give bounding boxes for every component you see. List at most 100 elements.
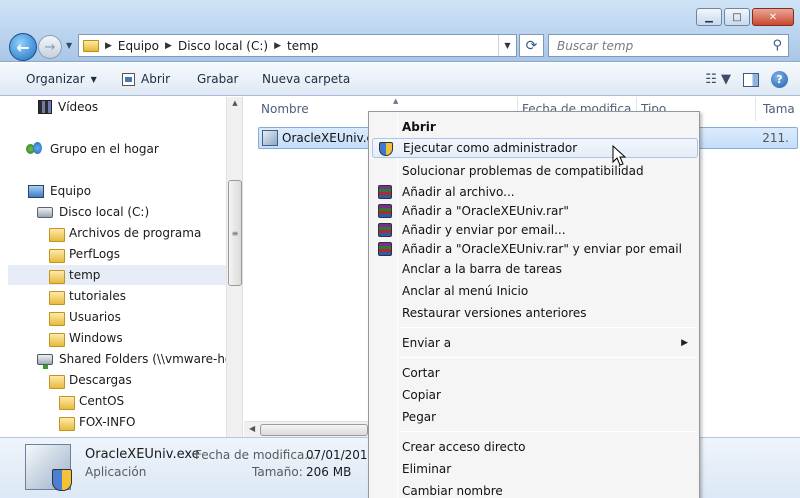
menu-item-label: Restaurar versiones anteriores	[402, 306, 587, 320]
nav-item-tutoriales[interactable]: tutoriales	[49, 286, 126, 306]
menu-item-copy[interactable]: Copiar	[372, 385, 698, 405]
menu-item-label: Enviar a	[402, 336, 452, 350]
maximize-icon[interactable]: □	[724, 8, 750, 26]
navigation-scrollbar[interactable]: ▲ ≡	[226, 97, 242, 437]
breadcrumb-separator-icon[interactable]: ▶	[274, 41, 281, 51]
menu-separator	[399, 357, 696, 358]
menu-item-label: Cambiar nombre	[402, 484, 503, 498]
menu-item-add-to-rar[interactable]: Añadir a "OracleXEUniv.rar"	[372, 201, 698, 221]
back-arrow-icon[interactable]: ←	[9, 33, 37, 61]
homegroup-icon	[26, 142, 44, 156]
nav-item-shared-folders[interactable]: Shared Folders (\\vmware-host	[37, 349, 243, 369]
search-box[interactable]: ⚲	[548, 34, 789, 57]
nav-item-perflogs[interactable]: PerfLogs	[49, 244, 120, 264]
sort-ascending-icon: ▲	[393, 97, 399, 105]
menu-separator	[399, 327, 696, 328]
close-icon[interactable]: ✕	[752, 8, 794, 26]
search-icon[interactable]: ⚲	[772, 38, 782, 53]
menu-item-add-to-rar-and-email[interactable]: Añadir a "OracleXEUniv.rar" y enviar por…	[372, 239, 698, 259]
folder-icon	[49, 373, 65, 389]
column-header-label: Tama	[763, 102, 795, 116]
burn-label: Grabar	[197, 72, 239, 86]
address-dropdown-icon[interactable]: ▼	[498, 35, 516, 56]
horizontal-scrollbar[interactable]: ◀	[244, 421, 372, 437]
scrollbar-thumb[interactable]: ≡	[228, 180, 242, 286]
nav-item-temp[interactable]: temp	[8, 265, 226, 285]
nav-item-label: FOX-INFO	[79, 415, 136, 429]
minimize-icon[interactable]: ▁	[696, 8, 722, 26]
column-header-size[interactable]: Tama	[756, 97, 800, 121]
column-header-label: Nombre	[261, 102, 309, 116]
nav-item-windows[interactable]: Windows	[49, 328, 123, 348]
breadcrumb-separator-icon[interactable]: ▶	[105, 41, 112, 51]
menu-item-paste[interactable]: Pegar	[372, 407, 698, 427]
menu-item-delete[interactable]: Eliminar	[372, 459, 698, 479]
open-label: Abrir	[141, 72, 171, 86]
address-bar[interactable]: ▶ Equipo ▶ Disco local (C:) ▶ temp ▼	[78, 34, 517, 57]
nav-item-homegroup[interactable]: Grupo en el hogar	[26, 139, 159, 159]
menu-item-add-and-email[interactable]: Añadir y enviar por email...	[372, 220, 698, 240]
nav-item-label: Equipo	[50, 184, 92, 198]
menu-item-restore-previous[interactable]: Restaurar versiones anteriores	[372, 303, 698, 323]
drive-icon	[37, 206, 53, 218]
menu-item-label: Ejecutar como administrador	[403, 141, 578, 155]
menu-item-add-to-archive[interactable]: Añadir al archivo...	[372, 182, 698, 202]
file-size: 211.	[762, 131, 789, 145]
scroll-left-icon[interactable]: ◀	[249, 424, 255, 433]
menu-item-send-to[interactable]: Enviar a ▶	[372, 333, 698, 353]
menu-item-label: Pegar	[402, 410, 437, 424]
menu-item-troubleshoot-compatibility[interactable]: Solucionar problemas de compatibilidad	[372, 161, 698, 181]
folder-icon	[59, 415, 75, 431]
refresh-icon[interactable]: ⟳	[519, 34, 544, 57]
preview-pane-icon[interactable]	[743, 72, 759, 87]
folder-icon	[49, 289, 65, 305]
scrollbar-thumb[interactable]	[260, 424, 368, 436]
change-view-icon[interactable]: ☷ ▼	[705, 72, 731, 87]
search-input[interactable]	[557, 38, 757, 53]
details-size-value: 206 MB	[306, 465, 352, 479]
scroll-up-icon[interactable]: ▲	[227, 99, 243, 107]
nav-item-local-disk[interactable]: Disco local (C:)	[37, 202, 149, 222]
nav-item-videos[interactable]: Vídeos	[38, 97, 98, 117]
menu-item-label: Eliminar	[402, 462, 452, 476]
menu-item-pin-taskbar[interactable]: Anclar a la barra de tareas	[372, 259, 698, 279]
nav-item-centos[interactable]: CentOS	[59, 391, 124, 411]
open-icon	[122, 72, 135, 86]
nav-item-label: temp	[69, 268, 101, 282]
nav-item-fox-info[interactable]: FOX-INFO	[59, 412, 135, 432]
menu-item-pin-start[interactable]: Anclar al menú Inicio	[372, 281, 698, 301]
nav-item-computer[interactable]: Equipo	[28, 181, 91, 201]
folder-icon	[49, 268, 65, 284]
help-icon[interactable]: ?	[771, 71, 788, 88]
organize-label: Organizar	[26, 72, 85, 86]
menu-item-rename[interactable]: Cambiar nombre	[372, 481, 698, 498]
window-controls: ▁ □ ✕	[696, 8, 794, 26]
nav-item-label: Shared Folders (\\vmware-host	[59, 352, 243, 366]
recent-pages-dropdown-icon[interactable]: ▼	[66, 41, 72, 50]
nav-item-program-files[interactable]: Archivos de programa	[49, 223, 201, 243]
new-folder-label: Nueva carpeta	[262, 72, 351, 86]
folder-icon	[59, 394, 75, 410]
burn-button[interactable]: Grabar	[197, 72, 239, 86]
nav-item-usuarios[interactable]: Usuarios	[49, 307, 121, 327]
chevron-down-icon: ▼	[90, 74, 97, 84]
menu-item-label: Cortar	[402, 366, 440, 380]
menu-item-create-shortcut[interactable]: Crear acceso directo	[372, 437, 698, 457]
uac-shield-icon	[379, 142, 393, 156]
menu-item-label: Anclar a la barra de tareas	[402, 262, 562, 276]
forward-arrow-icon[interactable]: →	[38, 35, 62, 59]
breadcrumb-equipo[interactable]: Equipo	[118, 39, 159, 53]
breadcrumb-separator-icon[interactable]: ▶	[165, 41, 172, 51]
breadcrumb-temp[interactable]: temp	[287, 39, 318, 53]
breadcrumb-disco-local[interactable]: Disco local (C:)	[178, 39, 268, 53]
new-folder-button[interactable]: Nueva carpeta	[262, 72, 350, 86]
menu-item-run-as-admin[interactable]: Ejecutar como administrador	[372, 138, 698, 158]
menu-item-cut[interactable]: Cortar	[372, 363, 698, 383]
open-button[interactable]: Abrir	[122, 72, 170, 86]
menu-item-label: Copiar	[402, 388, 441, 402]
nav-item-descargas[interactable]: Descargas	[49, 370, 132, 390]
nav-item-label: Descargas	[69, 373, 132, 387]
menu-item-label: Añadir al archivo...	[402, 185, 515, 199]
organize-button[interactable]: Organizar ▼	[26, 72, 97, 86]
menu-item-open[interactable]: Abrir	[372, 117, 698, 137]
